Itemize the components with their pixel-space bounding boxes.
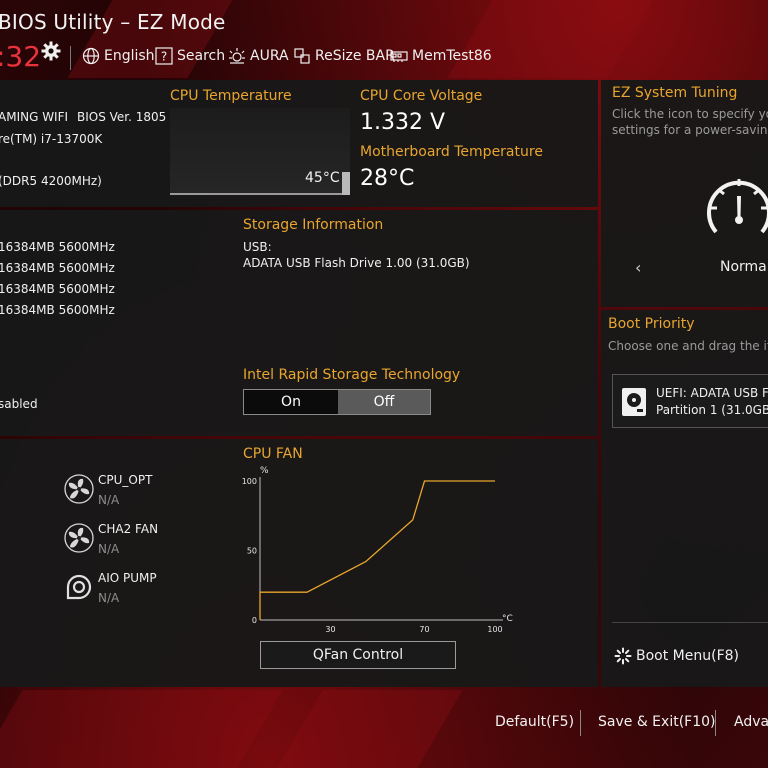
resize-bar-icon [294, 48, 310, 64]
x-tick-label: 70 [419, 625, 429, 634]
resize-bar-label: ReSize BAR [315, 48, 395, 64]
boot-device-item[interactable]: UEFI: ADATA USB Flas Partition 1 (31.0GB… [612, 374, 768, 428]
boot-priority-title: Boot Priority [608, 316, 695, 332]
cpu-fan-title: CPU FAN [243, 446, 303, 462]
fan-name: CPU_OPT [98, 473, 153, 487]
fan-name: CHA2 FAN [98, 522, 159, 536]
storage-title: Storage Information [243, 217, 384, 233]
rst-toggle[interactable]: On Off [243, 389, 431, 415]
search-button[interactable]: ? Search [155, 47, 225, 65]
boot-menu-label: Boot Menu(F8) [636, 648, 739, 664]
cpu-name: re(TM) i7-13700K [0, 132, 103, 146]
footer-divider [715, 710, 716, 736]
svg-text:?: ? [161, 50, 167, 64]
resize-bar-button[interactable]: ReSize BAR [293, 47, 395, 65]
cpu-temperature-value: 45°C [305, 170, 340, 186]
dram-slot-1: 16384MB 5600MHz [0, 240, 115, 254]
save-exit-button[interactable]: Save & Exit(F10) [598, 714, 715, 730]
y-tick-label: 50 [247, 547, 257, 556]
cpu-fan-chart: % °C 100 50 0 30 70 100 [242, 466, 513, 634]
boot-menu-button[interactable]: Boot Menu(F8) [614, 647, 739, 665]
cpu-voltage-value: 1.332 V [360, 110, 446, 135]
ez-tuning-desc-1: Click the icon to specify your [612, 107, 768, 121]
memtest-icon [390, 51, 408, 62]
x-tick-label: 100 [487, 625, 502, 634]
cpu-fan-y-unit: % [260, 466, 269, 476]
cpu-fan-x-unit: °C [502, 614, 513, 624]
bios-version: BIOS Ver. 1805 [77, 110, 167, 124]
fan-value: N/A [98, 542, 120, 556]
cpu-voltage-title: CPU Core Voltage [360, 88, 483, 104]
footer-divider [580, 710, 581, 736]
fan-value: N/A [98, 493, 120, 507]
ez-tuning-title: EZ System Tuning [612, 85, 738, 101]
boot-device-line2: Partition 1 (31.0GB) [656, 403, 768, 417]
dram-slot-3: 16384MB 5600MHz [0, 282, 115, 296]
rst-on-option[interactable]: On [244, 390, 338, 414]
speedometer-icon[interactable] [704, 170, 768, 240]
page-title: BIOS Utility – EZ Mode [0, 10, 226, 34]
qfan-control-button[interactable]: QFan Control [260, 641, 456, 669]
header-divider [70, 46, 71, 70]
boot-priority-panel [601, 310, 768, 687]
storage-device: ADATA USB Flash Drive 1.00 (31.0GB) [243, 256, 470, 270]
mb-temperature-title: Motherboard Temperature [360, 144, 543, 160]
boot-divider [612, 622, 768, 623]
aura-label: AURA [250, 48, 289, 64]
boot-device-line1: UEFI: ADATA USB Flas [656, 386, 768, 400]
language-button[interactable]: English [82, 47, 155, 65]
fan-curve-line [259, 480, 495, 620]
advanced-mode-button[interactable]: Advar [734, 714, 768, 730]
x-tick-label: 30 [325, 625, 335, 634]
rst-title: Intel Rapid Storage Technology [243, 367, 461, 383]
search-label: Search [177, 48, 226, 64]
gear-icon[interactable] [41, 41, 61, 61]
y-tick-label: 100 [242, 477, 257, 486]
cpu-temperature-bar [342, 172, 350, 195]
memtest-button[interactable]: MemTest86 [390, 47, 492, 65]
board-name: AMING WIFI [0, 110, 69, 124]
memtest-label: MemTest86 [412, 48, 492, 64]
cpu-temperature-baseline [170, 193, 342, 195]
storage-usb-label: USB: [243, 240, 272, 254]
ez-tuning-desc-2: settings for a power-saving sy [612, 123, 768, 137]
aura-button[interactable]: AURA [228, 47, 289, 65]
cpu-temperature-title: CPU Temperature [170, 88, 292, 104]
drive-icon [622, 388, 646, 416]
y-tick-label: 0 [252, 616, 257, 625]
fan-icon [64, 474, 94, 504]
ez-tuning-prev-button[interactable]: ‹ [635, 258, 641, 277]
default-button[interactable]: Default(F5) [495, 714, 574, 730]
boot-priority-desc: Choose one and drag the items [608, 339, 768, 353]
fan-name: AIO PUMP [98, 571, 157, 585]
pump-icon [66, 574, 92, 600]
globe-icon [82, 47, 100, 65]
fan-value: N/A [98, 591, 120, 605]
mb-temperature-value: 28°C [360, 166, 415, 191]
search-icon: ? [155, 47, 173, 65]
clock: :32 [0, 40, 42, 73]
fan-icon [64, 523, 94, 553]
aura-icon [229, 48, 245, 64]
dram-slot-4: 16384MB 5600MHz [0, 303, 115, 317]
boot-menu-icon [614, 647, 632, 665]
memory-info: (DDR5 4200MHz) [0, 174, 102, 188]
dram-slot-2: 16384MB 5600MHz [0, 261, 115, 275]
xmp-status: sabled [0, 397, 38, 411]
language-label: English [104, 48, 155, 64]
rst-off-option[interactable]: Off [338, 390, 430, 414]
ez-tuning-mode: Normal [720, 259, 768, 275]
